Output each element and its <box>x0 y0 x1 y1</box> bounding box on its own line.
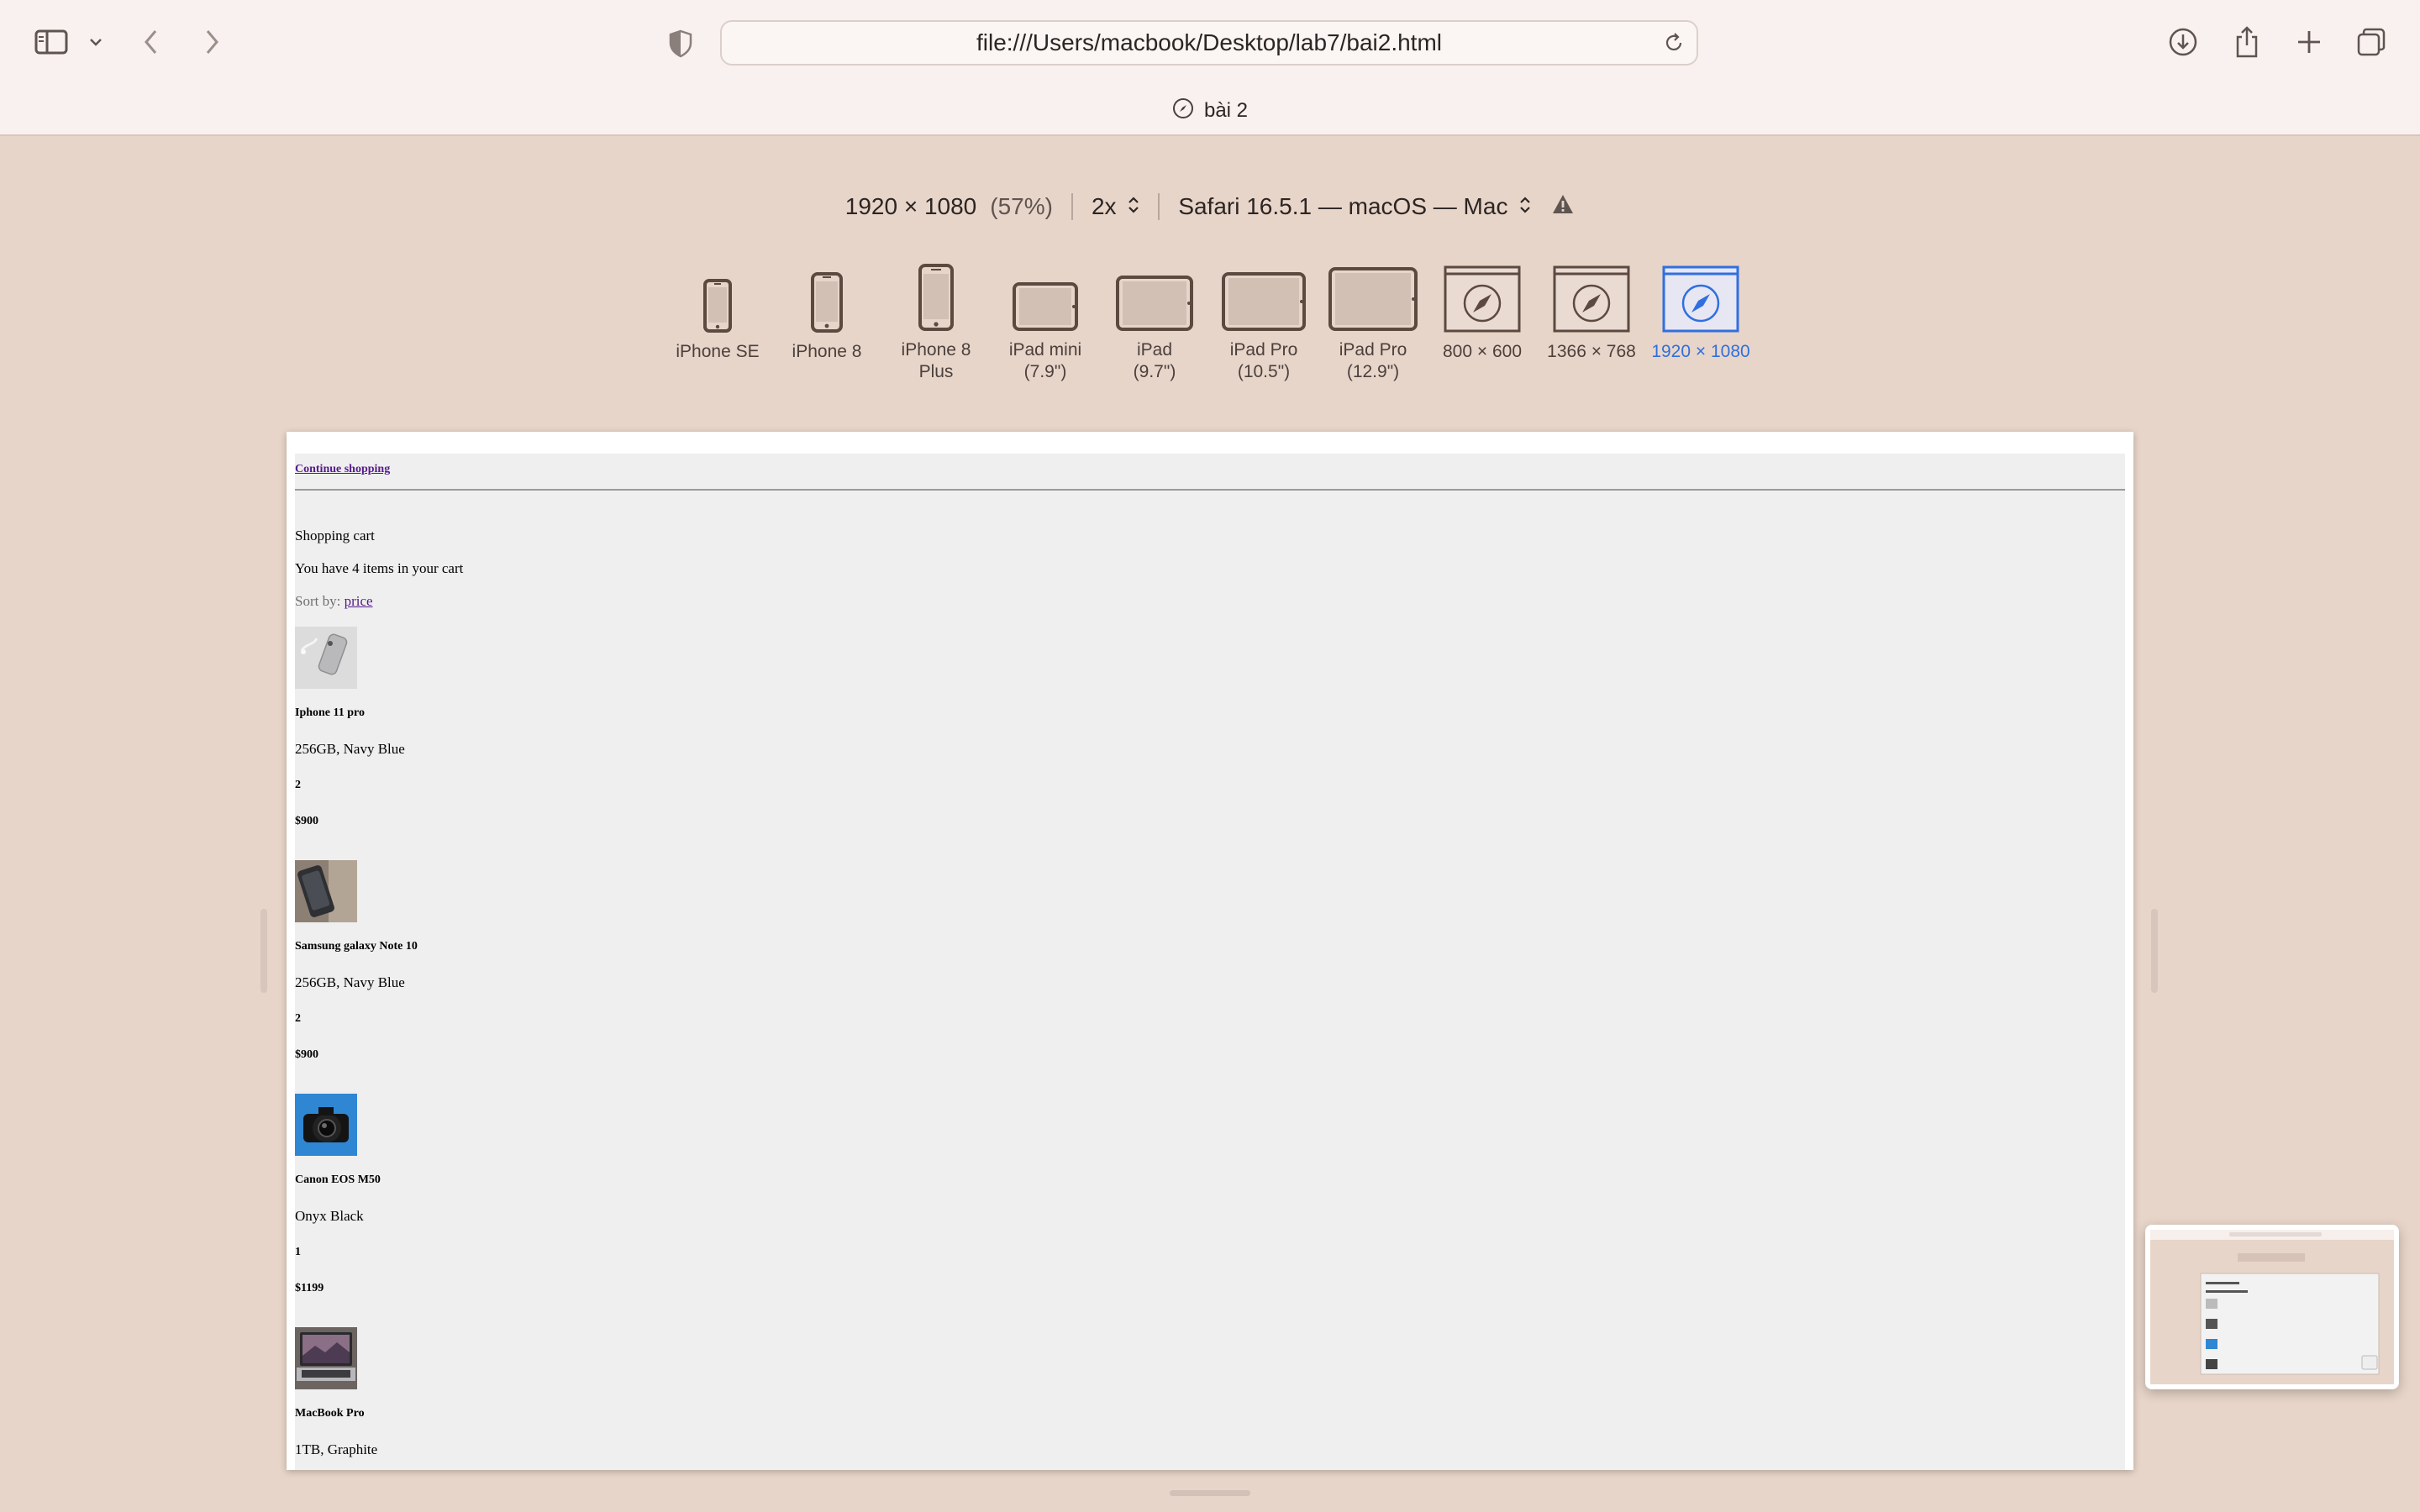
device-800x600[interactable]: 800 × 600 <box>1428 257 1537 383</box>
item-variant: 256GB, Navy Blue <box>295 741 405 757</box>
shield-icon[interactable] <box>664 27 697 60</box>
device-presets: iPhone SE iPhone 8 iPhone 8 Plus iPad mi… <box>0 257 2420 383</box>
device-label: iPad Pro (10.5") <box>1229 340 1298 381</box>
item-price: $900 <box>295 815 318 827</box>
scale-selector[interactable]: 2x <box>1092 193 1139 220</box>
device-ipad-pro-12-9[interactable]: iPad Pro (12.9") <box>1318 257 1428 383</box>
item-quantity: 1 <box>295 1246 301 1258</box>
page-viewport: Continue shopping Shopping cart You have… <box>287 432 2133 1470</box>
continue-shopping-link[interactable]: Continue shopping <box>295 463 390 476</box>
tablet-pro-large-icon <box>1328 257 1418 331</box>
tablet-small-icon <box>1013 257 1078 331</box>
device-label: iPad Pro (12.9") <box>1339 340 1407 381</box>
url-text[interactable]: file:///Users/macbook/Desktop/lab7/bai2.… <box>722 22 1697 64</box>
macbook-photo <box>295 1327 357 1389</box>
device-iphone-se[interactable]: iPhone SE <box>663 257 772 383</box>
reload-icon[interactable] <box>1661 30 1686 55</box>
resize-handle-left[interactable] <box>260 909 267 993</box>
device-label: iPhone 8 Plus <box>901 340 971 381</box>
separator <box>1158 193 1160 220</box>
device-label: iPhone SE <box>676 342 760 361</box>
tablet-icon <box>1116 257 1193 331</box>
device-1920x1080[interactable]: 1920 × 1080 <box>1646 257 1755 383</box>
device-label: 1920 × 1080 <box>1651 342 1750 361</box>
tab-title[interactable]: bài 2 <box>0 96 2420 126</box>
camera-photo <box>295 1094 357 1156</box>
resize-handle-right[interactable] <box>2151 909 2158 993</box>
device-label: 800 × 600 <box>1442 342 1522 361</box>
phone-small-icon <box>703 257 732 333</box>
safari-window-icon <box>1444 257 1521 333</box>
user-agent-selector[interactable]: Safari 16.5.1 — macOS — Mac <box>1178 193 1531 220</box>
safari-window-icon <box>1553 257 1630 333</box>
address-bar[interactable]: file:///Users/macbook/Desktop/lab7/bai2.… <box>720 20 1698 66</box>
item-variant: Onyx Black <box>295 1208 364 1224</box>
warning-icon[interactable] <box>1551 193 1575 221</box>
phone-large-icon <box>918 257 954 331</box>
updown-chevron-icon <box>1128 193 1139 220</box>
item-variant: 256GB, Navy Blue <box>295 974 405 990</box>
download-icon[interactable] <box>2166 25 2200 59</box>
sidebar-toggle-icon[interactable] <box>32 27 71 57</box>
chevron-down-icon[interactable] <box>86 30 106 54</box>
user-agent-text[interactable]: Safari 16.5.1 — macOS — Mac <box>1178 193 1507 219</box>
item-name: Iphone 11 pro <box>295 706 365 719</box>
item-quantity: 2 <box>295 779 301 791</box>
item-name: Samsung galaxy Note 10 <box>295 940 418 953</box>
compass-icon <box>1172 97 1194 125</box>
item-price: $900 <box>295 1048 318 1061</box>
device-label: iPad mini (7.9") <box>1008 340 1082 381</box>
item-name: Canon EOS M50 <box>295 1173 381 1186</box>
scale-text[interactable]: 2x <box>1092 193 1117 219</box>
device-iphone-8-plus[interactable]: iPhone 8 Plus <box>881 257 991 383</box>
tab-title-text: bài 2 <box>1203 99 1249 122</box>
device-ipad-mini[interactable]: iPad mini (7.9") <box>991 257 1100 383</box>
window-thumbnail[interactable] <box>2145 1225 2399 1389</box>
iphone-photo <box>295 627 357 689</box>
device-iphone-8[interactable]: iPhone 8 <box>772 257 881 383</box>
item-price: $1199 <box>295 1282 324 1294</box>
phone-icon <box>811 257 843 333</box>
cart-page: Continue shopping Shopping cart You have… <box>295 454 2125 1470</box>
new-tab-icon[interactable] <box>2292 25 2326 59</box>
sort-label: Sort by: <box>295 593 341 609</box>
sort-price-link[interactable]: price <box>345 593 373 609</box>
cart-summary: You have 4 items in your cart <box>295 560 464 576</box>
device-ipad[interactable]: iPad (9.7") <box>1100 257 1209 383</box>
zoom-text: (57%) <box>990 193 1053 219</box>
resize-handle-bottom[interactable] <box>1170 1490 1250 1496</box>
updown-chevron-icon <box>1519 193 1531 220</box>
tablet-pro-icon <box>1222 257 1306 331</box>
resolution-text: 1920 × 1080 <box>844 193 977 219</box>
device-ipad-pro-10-5[interactable]: iPad Pro (10.5") <box>1209 257 1318 383</box>
item-quantity: 2 <box>295 1012 301 1025</box>
sort-row: Sort by: price <box>295 593 373 610</box>
samsung-photo <box>295 860 357 922</box>
tab-overview-icon[interactable] <box>2354 25 2388 59</box>
responsive-info-bar: 1920 × 1080 (57%) 2x Safari 16.5.1 — mac… <box>0 190 2420 223</box>
safari-window-icon <box>1662 257 1739 333</box>
device-label: iPhone 8 <box>792 342 862 361</box>
browser-toolbar: file:///Users/macbook/Desktop/lab7/bai2.… <box>0 0 2420 136</box>
cart-heading: Shopping cart <box>295 528 375 543</box>
item-name: MacBook Pro <box>295 1407 365 1420</box>
back-icon[interactable] <box>139 25 163 59</box>
device-1366x768[interactable]: 1366 × 768 <box>1537 257 1646 383</box>
forward-icon[interactable] <box>200 25 224 59</box>
device-label: iPad (9.7") <box>1133 340 1176 381</box>
share-icon[interactable] <box>2230 24 2264 60</box>
separator <box>1071 193 1073 220</box>
divider <box>295 489 2125 491</box>
item-variant: 1TB, Graphite <box>295 1441 378 1457</box>
device-label: 1366 × 768 <box>1547 342 1636 361</box>
